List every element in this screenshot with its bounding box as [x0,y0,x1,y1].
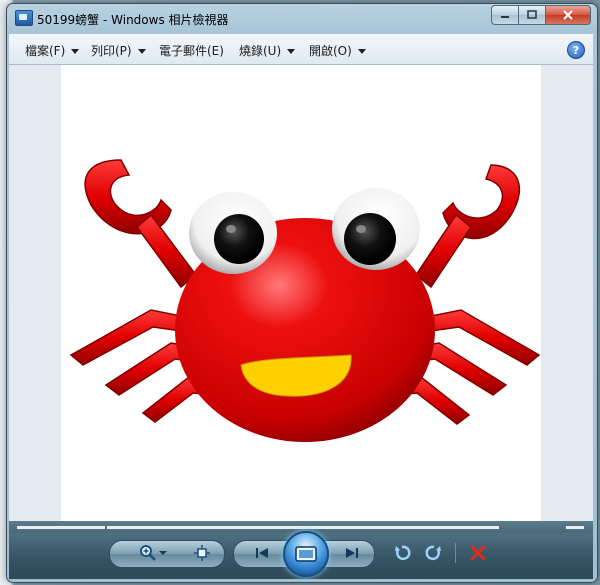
zoom-icon [140,545,156,561]
chevron-down-icon [287,49,296,54]
menu-burn-label: 燒錄(U) [239,44,282,58]
minimize-icon [501,16,509,18]
strip-segment [107,526,499,529]
displayed-photo [61,65,541,521]
menu-open-label: 開啟(O) [309,44,352,58]
menu-burn[interactable]: 燒錄(U) [239,42,296,59]
close-button[interactable] [546,5,591,25]
delete-icon [470,545,486,561]
menu-bar: 檔案(F) 列印(P) 電子郵件(E) 燒錄(U) 開啟(O) ? [9,34,593,65]
help-icon[interactable]: ? [567,41,585,59]
image-viewport[interactable] [9,65,593,521]
menu-open[interactable]: 開啟(O) [309,42,366,59]
next-icon [346,548,358,558]
menu-print[interactable]: 列印(P) [91,42,146,59]
close-icon [563,10,573,20]
maximize-button[interactable] [519,5,546,25]
right-claw [414,164,521,289]
menu-print-label: 列印(P) [91,44,132,58]
next-button[interactable] [339,542,365,564]
window-controls [491,5,591,25]
chevron-down-icon [357,49,366,54]
menu-file[interactable]: 檔案(F) [25,42,80,59]
strip-segment [566,526,584,529]
photo-viewer-app-icon[interactable] [15,10,33,26]
chevron-down-icon [159,551,167,555]
rotate-right-icon [425,545,441,561]
minimize-button[interactable] [491,5,519,25]
zoom-dropdown[interactable] [157,542,169,564]
previous-button[interactable] [249,542,275,564]
rotate-left-button[interactable] [389,542,415,564]
delete-button[interactable] [465,542,491,564]
fit-window-icon [194,545,210,561]
rotate-right-button[interactable] [421,542,447,564]
slideshow-button[interactable] [283,531,329,577]
title-bar[interactable]: 50199螃蟹 - Windows 相片檢視器 [7,4,597,32]
navigation-toolbar [9,531,593,579]
right-eye [332,188,420,270]
window-title: 50199螃蟹 - Windows 相片檢視器 [37,13,229,27]
crab-image [69,159,541,442]
previous-icon [256,548,268,558]
left-eye [189,192,277,274]
slideshow-icon [295,546,317,562]
left-claw [84,159,198,289]
maximize-icon [527,10,537,19]
menu-email[interactable]: 電子郵件(E) [159,42,224,59]
photo-viewer-window: 50199螃蟹 - Windows 相片檢視器 檔案(F) 列印(P) 電子郵件… [6,3,598,583]
menu-file-label: 檔案(F) [25,44,66,58]
chevron-down-icon [137,49,146,54]
strip-segment [17,526,105,529]
actual-size-button[interactable] [189,542,215,564]
rotate-left-icon [395,545,411,561]
chevron-down-icon [71,49,80,54]
toolbar-divider [455,543,456,563]
menu-email-label: 電子郵件(E) [159,44,224,58]
